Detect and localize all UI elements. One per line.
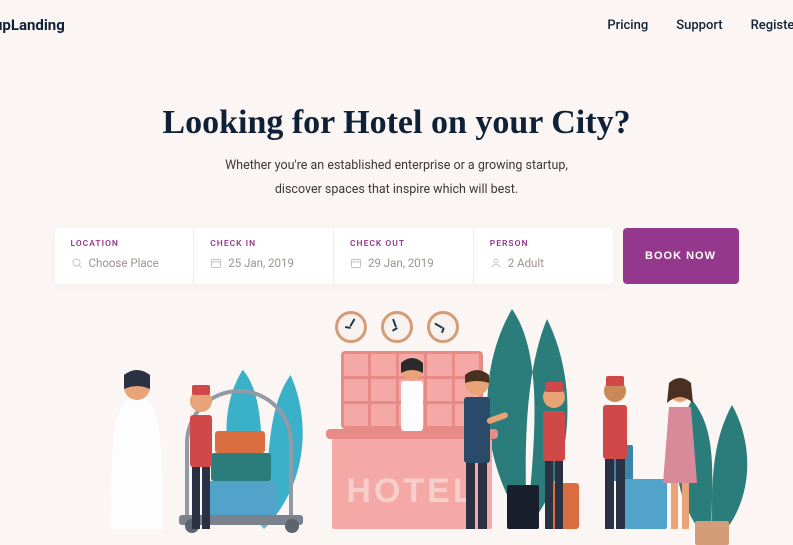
person-guest-icon <box>651 373 709 529</box>
checkout-label: CHECK OUT <box>350 239 459 249</box>
checkout-value: 29 Jan, 2019 <box>368 256 434 270</box>
hero-title: Looking for Hotel on your City? <box>0 104 793 142</box>
location-value: Choose Place <box>89 256 159 270</box>
logo[interactable]: upLanding <box>0 16 65 34</box>
person-label: PERSON <box>490 239 599 249</box>
search-icon <box>71 257 83 269</box>
wall-clocks <box>335 311 459 343</box>
hero-illustration: HOTEL <box>37 271 757 529</box>
person-porter-icon <box>583 373 647 529</box>
person-receptionist-icon <box>387 353 437 431</box>
clock-icon <box>381 311 413 343</box>
hero-subtitle-line2: discover spaces that inspire which will … <box>275 182 518 197</box>
checkin-label: CHECK IN <box>210 239 319 249</box>
checkin-value: 25 Jan, 2019 <box>228 256 294 270</box>
calendar-icon <box>210 257 222 269</box>
hero-subtitle-line1: Whether you're an established enterprise… <box>225 158 568 173</box>
nav-register[interactable]: Register <box>751 18 793 33</box>
nav-pricing[interactable]: Pricing <box>607 18 648 33</box>
person-bellhop-icon <box>172 381 230 529</box>
person-businessman-icon <box>442 363 512 529</box>
location-label: LOCATION <box>71 239 180 249</box>
person-value: 2 Adult <box>508 256 544 270</box>
nav-support[interactable]: Support <box>676 18 722 33</box>
person-icon <box>490 257 502 269</box>
clock-icon <box>427 311 459 343</box>
clock-icon <box>335 311 367 343</box>
person-bellhop-icon <box>523 379 585 529</box>
person-guest-icon <box>99 367 175 529</box>
calendar-icon <box>350 257 362 269</box>
